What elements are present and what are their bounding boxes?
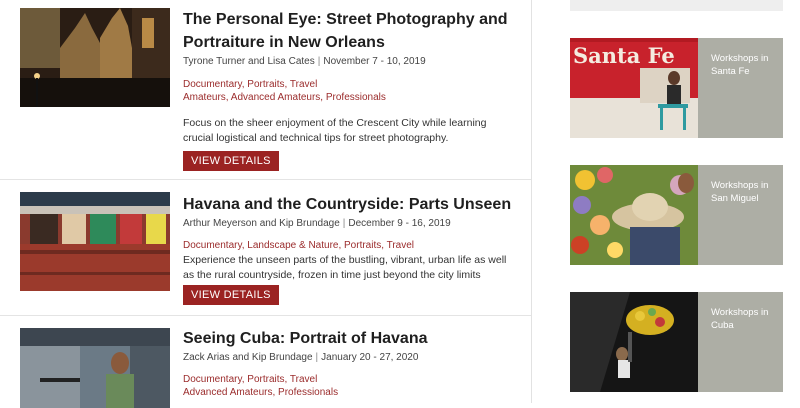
sidebar-label-line1: Workshops in xyxy=(711,180,769,191)
santa-fe-image: Santa Fe xyxy=(570,38,698,138)
sidebar-link-cuba[interactable]: Workshops in Cuba xyxy=(570,292,783,392)
sidebar-label-line1: Workshops in xyxy=(711,53,769,64)
workshop-title[interactable]: Havana and the Countryside: Parts Unseen xyxy=(183,193,513,216)
workshop-description: Focus on the sheer enjoyment of the Cres… xyxy=(183,117,487,144)
workshop-title[interactable]: Seeing Cuba: Portrait of Havana xyxy=(183,327,513,350)
meta-divider: | xyxy=(317,56,321,67)
workshop-card: Havana and the Countryside: Parts Unseen… xyxy=(0,180,531,315)
workshop-description: Experience the unseen parts of the bustl… xyxy=(183,254,507,281)
workshop-instructors: Arthur Meyerson and Kip Brundage xyxy=(183,218,340,229)
workshop-meta: Zack Arias and Kip Brundage | January 20 -… xyxy=(183,351,513,365)
workshop-meta: Arthur Meyerson and Kip Brundage | Decembe… xyxy=(183,217,513,231)
san-miguel-image xyxy=(570,165,698,265)
sidebar-label: Workshops in Santa Fe xyxy=(711,52,777,78)
sidebar-label-line2: Cuba xyxy=(711,320,734,331)
workshop-tags[interactable]: Documentary, Portraits, Travel xyxy=(183,78,513,91)
workshop-levels[interactable]: Advanced Amateurs, Professionals xyxy=(183,386,513,399)
sidebar-label-line2: Santa Fe xyxy=(711,66,750,77)
view-details-button[interactable]: View Details xyxy=(183,151,279,171)
workshop-dates: December 9 - 16, 2019 xyxy=(348,218,451,229)
workshop-card: The Personal Eye: Street Photography and… xyxy=(0,0,531,179)
sidebar-label: Workshops in San Miguel xyxy=(711,179,777,205)
workshop-levels[interactable]: Amateurs, Advanced Amateurs, Professiona… xyxy=(183,91,513,104)
sidebar-link-santa-fe[interactable]: Santa Fe Workshops in Santa Fe xyxy=(570,38,783,138)
workshop-card: Seeing Cuba: Portrait of Havana Zack Ari… xyxy=(0,316,531,408)
workshop-dates: November 7 - 10, 2019 xyxy=(323,56,426,67)
sidebar-link-san-miguel[interactable]: Workshops in San Miguel xyxy=(570,165,783,265)
meta-divider: | xyxy=(342,218,346,229)
workshop-image-havana[interactable] xyxy=(20,192,170,291)
workshop-image-cuba[interactable] xyxy=(20,328,170,408)
meta-divider: | xyxy=(315,352,319,363)
workshop-tags[interactable]: Documentary, Landscape & Nature, Portrai… xyxy=(183,239,513,252)
sidebar-label-line1: Workshops in xyxy=(711,307,769,318)
workshop-instructors: Zack Arias and Kip Brundage xyxy=(183,352,313,363)
workshop-dates: January 20 - 27, 2020 xyxy=(321,352,419,363)
sidebar-label: Workshops in Cuba xyxy=(711,306,777,332)
workshop-meta: Tyrone Turner and Lisa Cates | November 7 … xyxy=(183,55,513,69)
workshop-title[interactable]: The Personal Eye: Street Photography and… xyxy=(183,8,513,54)
sidebar-top-block xyxy=(570,0,783,11)
workshop-instructors: Tyrone Turner and Lisa Cates xyxy=(183,56,315,67)
santa-fe-sign-text: Santa Fe xyxy=(573,43,675,68)
workshop-image-new-orleans[interactable] xyxy=(20,8,170,107)
workshop-list: The Personal Eye: Street Photography and… xyxy=(0,0,532,408)
sidebar-label-line2: San Miguel xyxy=(711,193,759,204)
cuba-image xyxy=(570,292,698,392)
view-details-button[interactable]: View Details xyxy=(183,285,279,305)
workshop-tags[interactable]: Documentary, Portraits, Travel xyxy=(183,373,513,386)
